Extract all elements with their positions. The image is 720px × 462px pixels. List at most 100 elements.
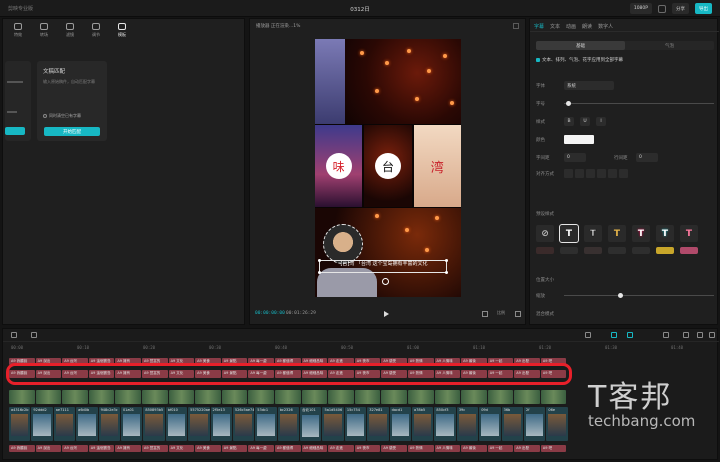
ratio-button[interactable]: 比例 bbox=[497, 310, 505, 316]
subtitle-text[interactable]: [台]湾 「台湾 这个宝岛拥有丰富的文化 bbox=[321, 262, 447, 267]
tool-effects[interactable]: 特效 bbox=[5, 19, 31, 42]
align-justify-icon[interactable] bbox=[597, 169, 606, 178]
caption-clip[interactable]: A9 熱情 bbox=[407, 445, 434, 452]
tool-transitions[interactable]: 转场 bbox=[31, 19, 57, 42]
video-preview[interactable]: 味 台 湾 [台]湾 「台湾 这个宝岛拥有丰富的文化 bbox=[315, 39, 461, 297]
video-clip[interactable]: ae7111 bbox=[53, 407, 76, 441]
sticker-clip[interactable] bbox=[434, 390, 461, 404]
sticker-clip[interactable] bbox=[221, 390, 248, 404]
tab-animation[interactable]: 动画 bbox=[566, 19, 576, 31]
sticker-clip[interactable] bbox=[328, 390, 354, 404]
size-slider-track[interactable] bbox=[564, 103, 714, 104]
preset-style[interactable]: T bbox=[632, 225, 650, 242]
resize-handle[interactable] bbox=[318, 271, 321, 274]
zoom-in-icon[interactable] bbox=[709, 332, 715, 338]
caption-clip[interactable]: A9 台灣 bbox=[62, 445, 88, 452]
sticker-clip[interactable] bbox=[9, 390, 35, 404]
snap-icon[interactable] bbox=[627, 332, 633, 338]
sticker-clip[interactable] bbox=[407, 390, 434, 404]
video-clip[interactable]: 15c754 bbox=[344, 407, 367, 441]
caption-clip[interactable]: A9 出發 bbox=[514, 445, 540, 452]
sticker-clip[interactable] bbox=[274, 390, 301, 404]
preset-style-row2[interactable] bbox=[680, 247, 698, 254]
font-select[interactable]: 系统 bbox=[564, 81, 614, 90]
caption-clip[interactable]: A9 人情味 bbox=[434, 445, 461, 452]
sticker-clip[interactable] bbox=[461, 390, 487, 404]
layout-icon[interactable] bbox=[658, 4, 666, 13]
caption-clip[interactable]: A9 夜市 bbox=[354, 445, 381, 452]
tab-read-aloud[interactable]: 朗读 bbox=[582, 19, 592, 31]
sticker-clip[interactable] bbox=[248, 390, 274, 404]
menu-icon[interactable] bbox=[513, 23, 519, 29]
sticker-clip[interactable] bbox=[168, 390, 195, 404]
caption-clip[interactable]: A9 說出 bbox=[35, 445, 62, 452]
select-icon[interactable] bbox=[11, 332, 17, 338]
caption-clip[interactable]: A9 都值得 bbox=[274, 445, 301, 452]
resolution-badge[interactable]: 1080P bbox=[629, 3, 652, 14]
video-clip[interactable]: 850cf3 bbox=[434, 407, 456, 441]
resize-handle[interactable] bbox=[445, 271, 448, 274]
align-center-icon[interactable] bbox=[575, 169, 584, 178]
apply-all-checkbox[interactable]: 文本、排列、气泡、花字应用到全部字幕 bbox=[536, 57, 623, 63]
size-slider-knob[interactable] bbox=[566, 101, 571, 106]
align-vertical-center-icon[interactable] bbox=[619, 169, 628, 178]
align-vertical-icon[interactable] bbox=[608, 169, 617, 178]
caption-clip[interactable]: A9 美食 bbox=[195, 445, 221, 452]
video-clip[interactable]: 948c2e3c bbox=[98, 407, 120, 441]
preset-style-row2[interactable] bbox=[560, 247, 578, 254]
clear-subtitles-checkbox[interactable]: 同时清空已有字幕 bbox=[43, 113, 81, 119]
preview-icon[interactable] bbox=[683, 332, 689, 338]
preset-style[interactable]: T bbox=[584, 225, 602, 242]
caption-clip[interactable]: A9 這個寶島 bbox=[88, 445, 115, 452]
sticker-clip[interactable] bbox=[301, 390, 328, 404]
video-clip[interactable]: a6d0b bbox=[76, 407, 98, 441]
caption-clip[interactable]: A9 細細品味 bbox=[301, 445, 328, 452]
video-clip[interactable]: 36b bbox=[501, 407, 523, 441]
sticker-clip[interactable] bbox=[62, 390, 88, 404]
caption-clip[interactable]: A9 我聽說 bbox=[9, 445, 35, 452]
preset-style[interactable]: T bbox=[608, 225, 626, 242]
preset-style-row2[interactable] bbox=[632, 247, 650, 254]
sticker-clip[interactable] bbox=[487, 390, 514, 404]
scale-slider-knob[interactable] bbox=[618, 293, 623, 298]
video-clip[interactable]: dacd1 bbox=[389, 407, 412, 441]
partial-button[interactable] bbox=[5, 127, 25, 135]
tool-adjust[interactable]: 调节 bbox=[83, 19, 109, 42]
align-left-icon[interactable] bbox=[564, 169, 573, 178]
sticker-clip[interactable] bbox=[141, 390, 168, 404]
sticker-clip[interactable] bbox=[514, 390, 540, 404]
video-clip[interactable]: a4316c2b bbox=[9, 407, 31, 441]
tab-text[interactable]: 文本 bbox=[550, 19, 560, 31]
color-swatch[interactable] bbox=[564, 135, 594, 144]
video-clip[interactable]: 01a01 bbox=[120, 407, 143, 441]
video-clip[interactable]: 09d bbox=[479, 407, 501, 441]
start-match-button[interactable]: 开始匹配 bbox=[44, 127, 100, 136]
fit-icon[interactable] bbox=[482, 311, 488, 317]
video-clip[interactable]: 850893b5 bbox=[143, 407, 165, 441]
zoom-out-icon[interactable] bbox=[697, 332, 703, 338]
caption-clip[interactable]: A9 感受 bbox=[381, 445, 407, 452]
link-icon[interactable] bbox=[611, 332, 617, 338]
video-clip[interactable]: a78b5 bbox=[412, 407, 434, 441]
sticker-clip[interactable] bbox=[381, 390, 407, 404]
italic-button[interactable]: I bbox=[596, 117, 606, 126]
video-clip[interactable]: 5a1d5406 bbox=[322, 407, 344, 441]
mic-icon[interactable] bbox=[585, 332, 591, 338]
underline-button[interactable]: U bbox=[580, 117, 590, 126]
scale-slider-track[interactable] bbox=[564, 295, 714, 296]
split-icon[interactable] bbox=[663, 332, 669, 338]
delete-icon[interactable] bbox=[31, 332, 37, 338]
preset-style[interactable]: T bbox=[680, 225, 698, 242]
video-clip[interactable]: 06e bbox=[546, 407, 568, 441]
bold-button[interactable]: B bbox=[564, 117, 574, 126]
preset-style-row2[interactable] bbox=[608, 247, 626, 254]
preset-style[interactable]: T bbox=[656, 225, 674, 242]
video-clip[interactable]: 92ddd2 bbox=[31, 407, 53, 441]
align-right-icon[interactable] bbox=[586, 169, 595, 178]
sticker-clip[interactable] bbox=[354, 390, 381, 404]
timeline-ruler[interactable]: 00:00 00:10 00:20 00:30 00:40 00:50 01:0… bbox=[3, 343, 719, 353]
video-clip[interactable]: bc2326 bbox=[277, 407, 300, 441]
tool-templates[interactable]: 模板 bbox=[109, 19, 135, 42]
preset-style[interactable]: T bbox=[559, 224, 579, 243]
caption-clip[interactable]: A9 擁有 bbox=[115, 445, 141, 452]
